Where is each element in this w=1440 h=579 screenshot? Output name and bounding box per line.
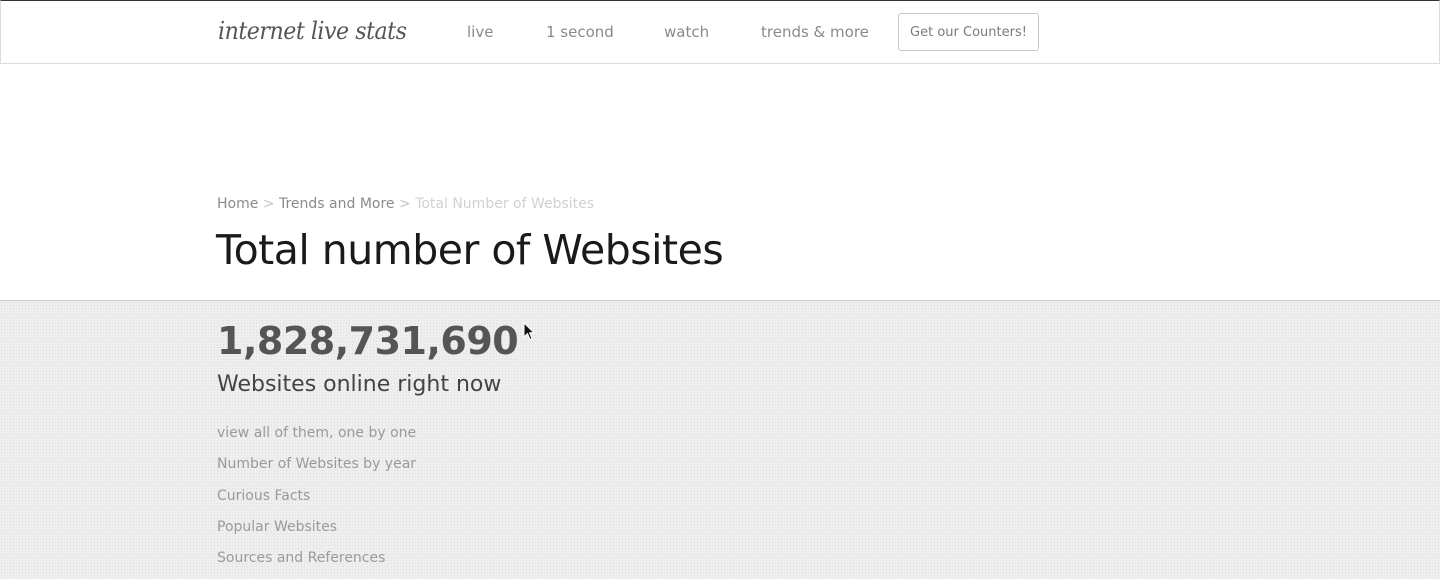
breadcrumb-separator: > <box>262 196 275 212</box>
link-popular-websites[interactable]: Popular Websites <box>217 519 337 535</box>
get-counters-button[interactable]: Get our Counters! <box>898 13 1039 51</box>
nav-link-1-second[interactable]: 1 second <box>546 23 614 41</box>
nav-link-trends-more[interactable]: trends & more <box>761 23 869 41</box>
breadcrumb-home[interactable]: Home <box>217 196 258 212</box>
link-websites-by-year[interactable]: Number of Websites by year <box>217 456 416 472</box>
websites-counter: 1,828,731,690 <box>217 319 519 363</box>
page-title: Total number of Websites <box>216 226 724 274</box>
link-view-all[interactable]: view all of them, one by one <box>217 425 416 441</box>
counter-label: Websites online right now <box>217 372 502 397</box>
breadcrumb-separator: > <box>399 196 411 212</box>
mouse-pointer-icon <box>523 322 535 341</box>
breadcrumb-current: Total Number of Websites <box>415 196 595 212</box>
top-navigation-bar: internet live stats <box>0 0 1440 64</box>
stats-section <box>0 300 1440 579</box>
link-curious-facts[interactable]: Curious Facts <box>217 488 310 504</box>
nav-link-live[interactable]: live <box>467 23 493 41</box>
link-sources-references[interactable]: Sources and References <box>217 550 385 566</box>
nav-link-watch[interactable]: watch <box>664 23 709 41</box>
site-logo[interactable]: internet live stats <box>218 17 407 45</box>
breadcrumb-trends-and-more[interactable]: Trends and More <box>279 196 395 212</box>
breadcrumb: Home > Trends and More > Total Number of… <box>217 196 594 212</box>
